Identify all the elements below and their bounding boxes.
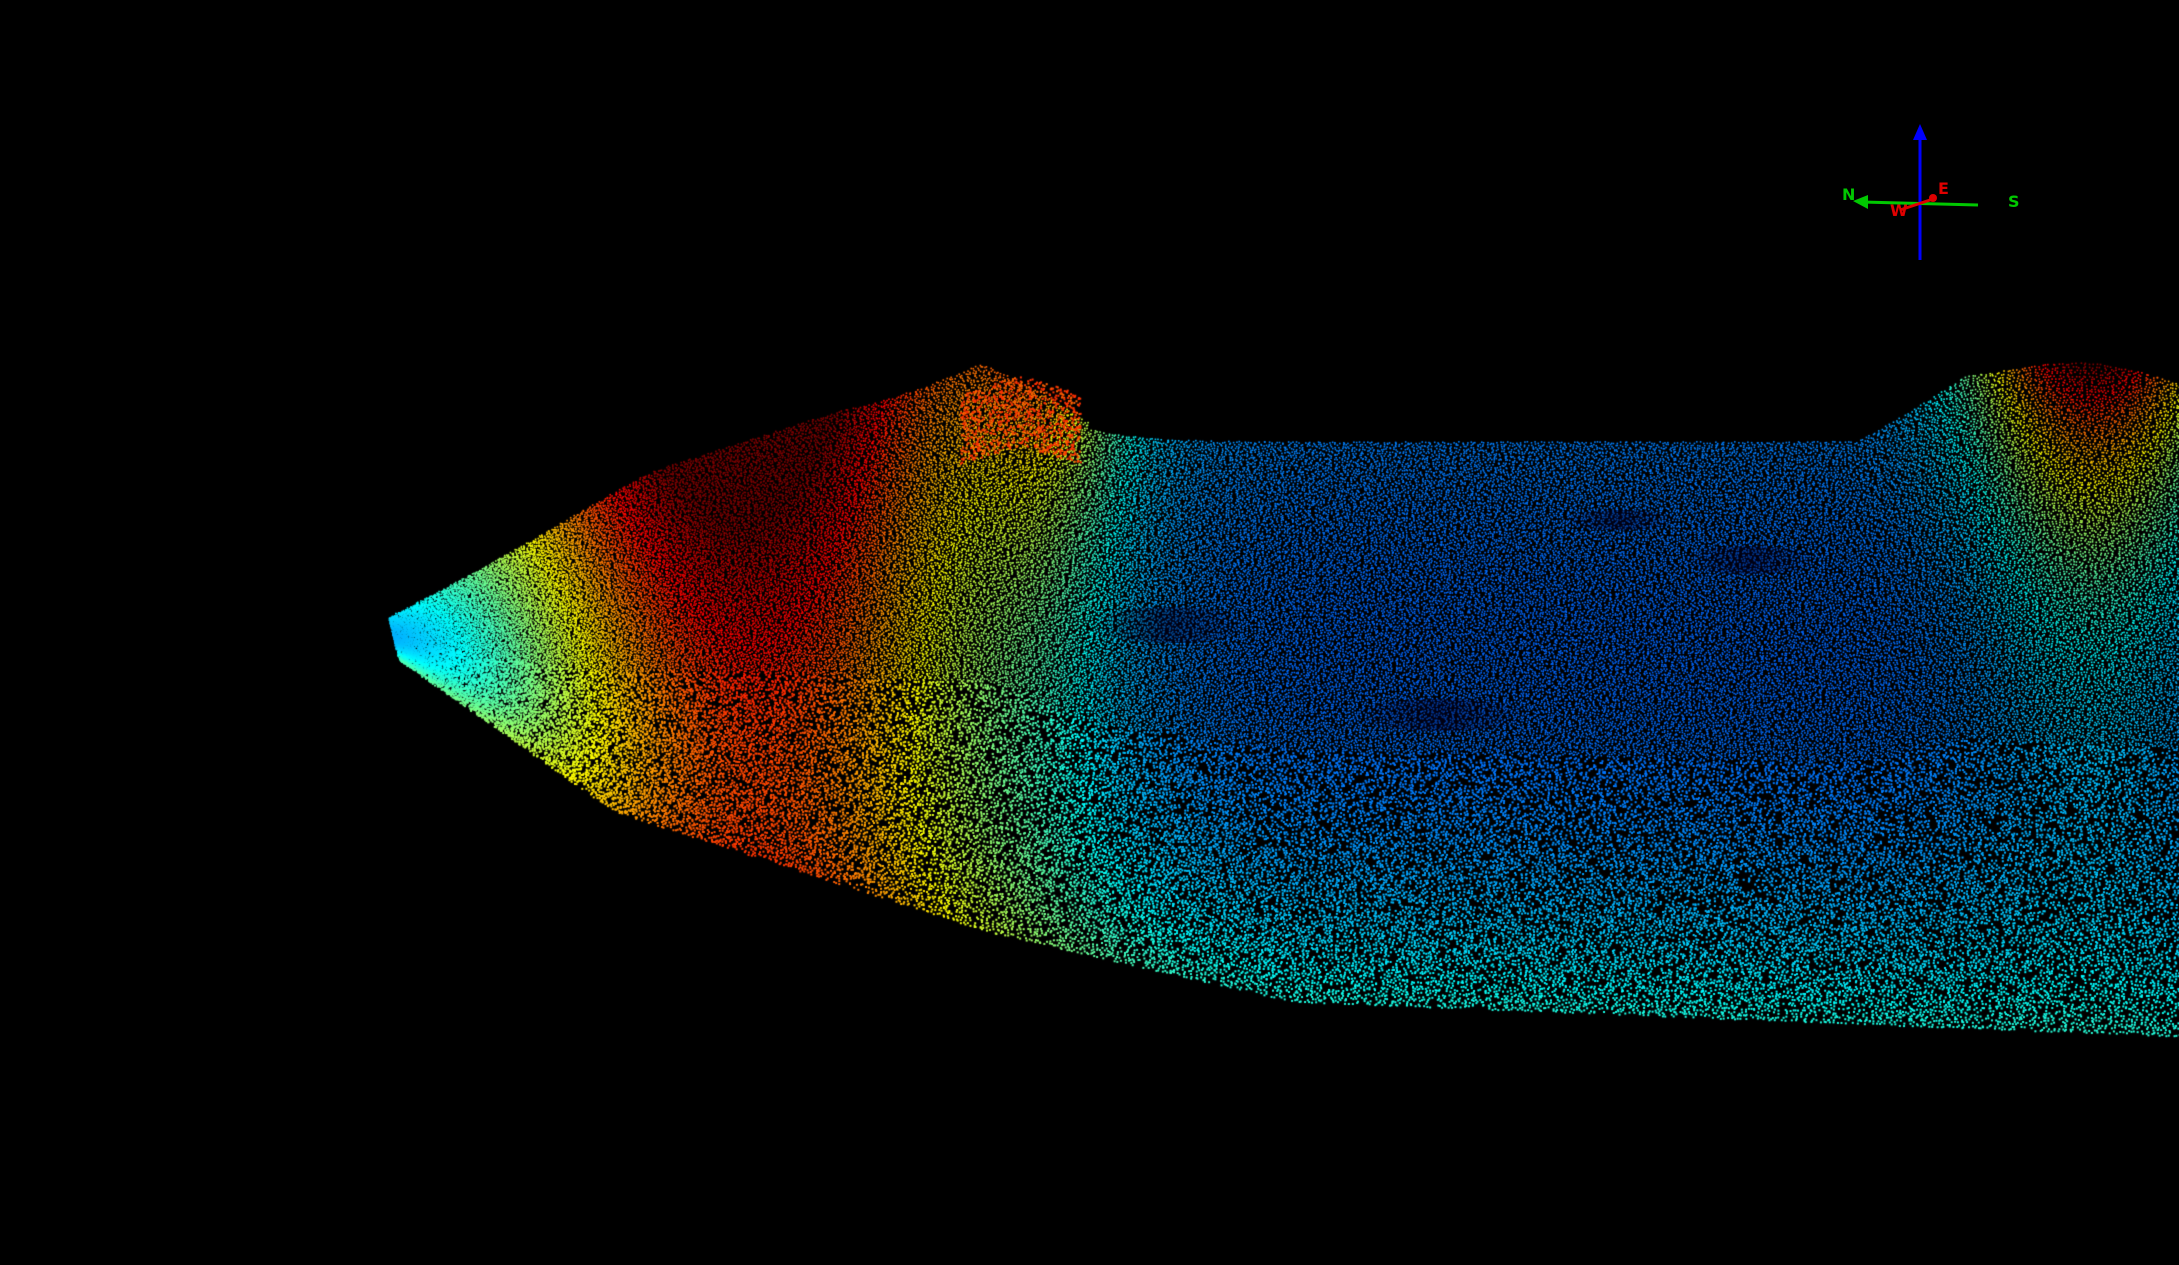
point-cloud-viewport[interactable]: N S E W (0, 0, 2179, 1265)
orientation-gizmo: N S E W (1842, 124, 2020, 260)
north-label: N (1842, 185, 1855, 204)
up-arrowhead-icon (1913, 124, 1927, 140)
east-label: E (1938, 179, 1949, 198)
west-label: W (1890, 201, 1908, 220)
east-marker-icon (1929, 194, 1937, 202)
south-label: S (2008, 192, 2020, 211)
